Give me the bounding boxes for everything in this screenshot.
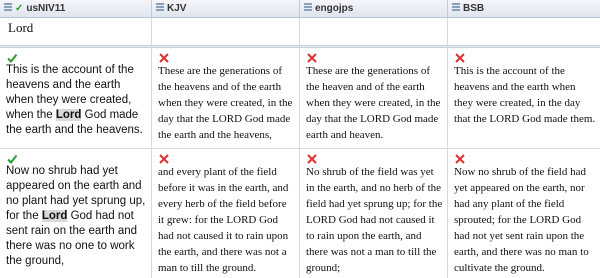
search-highlight: Lord xyxy=(55,109,82,121)
verse-cell-bsb[interactable]: Now no shrub of the field had yet appear… xyxy=(448,149,600,278)
verse-text: No shrub of the field was yet in the ear… xyxy=(306,166,443,274)
checkmark-icon xyxy=(6,49,18,64)
verse-cell-usniv11[interactable]: Now no shrub had yet appeared on the ear… xyxy=(0,149,152,278)
verse-text: These are the generations of the heaven … xyxy=(306,65,441,141)
verse-text: Now no shrub had yet appeared on the ear… xyxy=(6,165,146,267)
column-title: usNIV11 xyxy=(26,3,66,14)
x-mark-icon xyxy=(158,150,170,164)
search-row: Lord xyxy=(0,18,600,45)
search-term: Lord xyxy=(8,20,34,35)
search-cell-kjv[interactable] xyxy=(152,18,300,45)
column-header-bar: ✓ usNIV11 KJV engojps BSB xyxy=(0,0,600,18)
verse-text: Now no shrub of the field had yet appear… xyxy=(454,166,589,274)
search-highlight: Lord xyxy=(41,210,68,222)
grid-icon xyxy=(156,1,164,11)
search-cell-bsb[interactable] xyxy=(448,18,600,45)
grid-icon xyxy=(304,1,312,11)
verse-text: This is the account of the heavens and t… xyxy=(6,64,143,136)
x-mark-icon xyxy=(306,49,318,63)
grid-icon xyxy=(4,1,12,11)
table-row[interactable]: This is the account of the heavens and t… xyxy=(0,48,600,149)
verse-cell-kjv[interactable]: and every plant of the field before it w… xyxy=(152,149,300,278)
column-header-bsb[interactable]: BSB xyxy=(448,0,600,17)
column-title: KJV xyxy=(167,3,187,14)
column-title: engojps xyxy=(315,3,354,14)
column-header-usniv11[interactable]: ✓ usNIV11 xyxy=(0,0,152,17)
x-mark-icon xyxy=(454,150,466,164)
table-row[interactable]: Now no shrub had yet appeared on the ear… xyxy=(0,149,600,278)
verse-cell-bsb[interactable]: This is the account of the heavens and t… xyxy=(448,48,600,148)
verse-cell-usniv11[interactable]: This is the account of the heavens and t… xyxy=(0,48,152,148)
search-term-cell[interactable]: Lord xyxy=(0,18,152,45)
grid-icon xyxy=(452,1,460,11)
parallel-bible-grid: ✓ usNIV11 KJV engojps BSB Lord This is t… xyxy=(0,0,600,278)
verse-text: These are the generations of the heavens… xyxy=(158,65,293,141)
column-title: BSB xyxy=(463,3,485,14)
column-header-engojps[interactable]: engojps xyxy=(300,0,448,17)
verse-cell-engojps[interactable]: These are the generations of the heaven … xyxy=(300,48,448,148)
x-mark-icon xyxy=(454,49,466,63)
verse-text: This is the account of the heavens and t… xyxy=(454,65,596,125)
verse-cell-kjv[interactable]: These are the generations of the heavens… xyxy=(152,48,300,148)
checkmark-icon[interactable]: ✓ xyxy=(15,3,23,14)
search-cell-engojps[interactable] xyxy=(300,18,448,45)
checkmark-icon xyxy=(6,150,18,165)
x-mark-icon xyxy=(306,150,318,164)
x-mark-icon xyxy=(158,49,170,63)
column-header-kjv[interactable]: KJV xyxy=(152,0,300,17)
verse-cell-engojps[interactable]: No shrub of the field was yet in the ear… xyxy=(300,149,448,278)
verse-text: and every plant of the field before it w… xyxy=(158,166,289,274)
